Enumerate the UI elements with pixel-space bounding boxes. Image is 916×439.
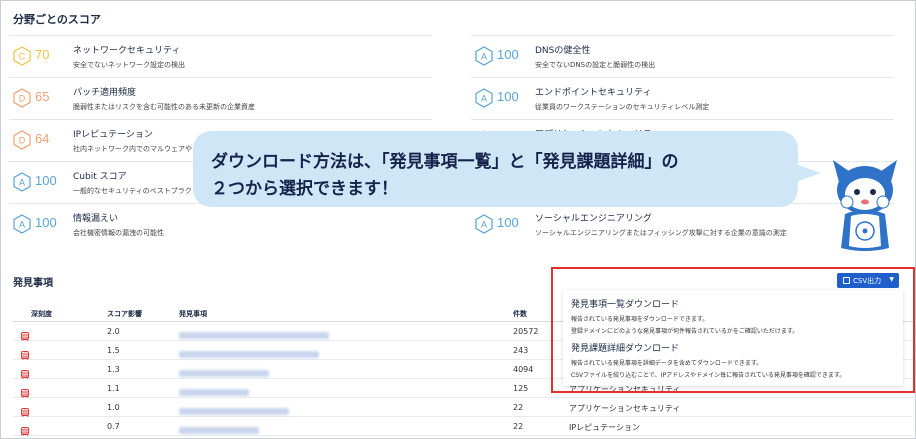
redacted-text — [179, 389, 249, 396]
grade-badge-icon: A — [475, 88, 493, 108]
redacted-text — [179, 370, 269, 377]
score-value: 100 — [497, 89, 519, 104]
category-description: 従業員のワークステーションのセキュリティレベル測定 — [535, 103, 710, 111]
grade-letter: D — [19, 94, 26, 104]
category-title: エンドポイントセキュリティ — [535, 88, 652, 98]
grade-letter: A — [19, 220, 25, 230]
impact-value: 1.3 — [107, 365, 120, 374]
grade-letter: C — [19, 52, 26, 62]
category-title: DNSの健全性 — [535, 46, 591, 56]
redacted-text — [179, 351, 319, 358]
score-value: 100 — [497, 215, 519, 230]
count-value: 243 — [513, 346, 529, 355]
redacted-text — [179, 427, 259, 434]
category-description: 会社機密情報の漏洩の可能性 — [73, 229, 164, 237]
header-impact[interactable]: スコア影響 — [107, 309, 142, 319]
score-value: 100 — [497, 47, 519, 62]
score-value: 70 — [35, 47, 50, 62]
grade-letter: D — [19, 136, 26, 146]
callout-tail — [787, 161, 821, 185]
impact-value: 2.0 — [107, 327, 120, 336]
score-row[interactable]: A 100 エンドポイントセキュリティ 従業員のワークステーションのセキュリティ… — [471, 77, 894, 119]
menu-item-title: 発見事項一覧ダウンロード — [571, 300, 680, 310]
grade-badge-icon: A — [475, 46, 493, 66]
category-description: ソーシャルエンジニアリングまたはフィッシング攻撃に対する企業の意識の測定 — [535, 229, 787, 237]
scores-section-title: 分野ごとのスコア — [13, 13, 101, 26]
category-value: アプリケーションセキュリティ — [569, 404, 681, 413]
impact-value: 1.5 — [107, 346, 120, 355]
severity-label: 高 — [21, 428, 29, 437]
grade-letter: A — [481, 220, 487, 230]
score-row[interactable]: D 65 パッチ適用頻度 脆弱性またはリスクを含む可能性のある未更新の企業資産 — [9, 77, 432, 119]
category-description: 安全でないDNSの設定と脆弱性の検出 — [535, 61, 656, 69]
grade-letter: A — [19, 178, 25, 188]
score-value: 65 — [35, 89, 50, 104]
menu-item-title: 発見課題詳細ダウンロード — [571, 344, 680, 354]
grade-badge-icon: D — [13, 88, 31, 108]
category-description: 一般的なセキュリティのベストプラク — [73, 187, 192, 195]
table-row[interactable]: 高 0.7 22 IPレピュテーション — [13, 417, 913, 437]
mascot-character-icon — [827, 156, 903, 256]
impact-value: 1.0 — [107, 403, 120, 412]
csv-export-menu: 発見事項一覧ダウンロード 報告されている発見事項をダウンロードできます。 登録ド… — [563, 290, 903, 386]
menu-item-desc: CSVファイルを絞り込むことで、IPアドレスやドメイン毎に報告されている発見事項… — [571, 372, 846, 379]
printer-icon — [843, 277, 850, 284]
category-value: IPレピュテーション — [569, 423, 641, 432]
count-value: 22 — [513, 403, 524, 412]
callout-line-2: ２つから選択できます！ — [211, 179, 398, 199]
grade-badge-icon: C — [13, 46, 31, 66]
header-severity[interactable]: 深刻度 — [31, 309, 52, 319]
menu-item-desc: 登録ドメインにどのような発見事項が何件報告されているかをご確認いただけます。 — [571, 328, 799, 335]
grade-badge-icon: A — [13, 172, 31, 192]
grade-badge-icon: A — [475, 214, 493, 234]
category-title: ネットワークセキュリティ — [73, 46, 181, 56]
score-row[interactable]: A 100 DNSの健全性 安全でないDNSの設定と脆弱性の検出 — [471, 35, 894, 77]
category-description: 安全でないネットワーク設定の検出 — [73, 61, 185, 69]
category-title: IPレピュテーション — [73, 130, 153, 140]
grade-badge-icon: D — [13, 130, 31, 150]
score-row[interactable]: C 70 ネットワークセキュリティ 安全でないネットワーク設定の検出 — [9, 35, 432, 77]
csv-export-label: CSV出力 — [853, 277, 882, 285]
count-value: 4094 — [513, 365, 534, 374]
redacted-text — [179, 408, 289, 415]
score-row[interactable]: A 100 情報漏えい 会社機密情報の漏洩の可能性 — [9, 203, 432, 245]
header-count[interactable]: 件数 — [513, 309, 527, 319]
dashboard-panel: 分野ごとのスコア C 70 ネットワークセキュリティ 安全でないネットワーク設定… — [0, 0, 916, 439]
menu-item-desc: 報告されている発見事項を詳細データを含めてダウンロードできます。 — [571, 360, 763, 367]
count-value: 22 — [513, 422, 524, 431]
category-title: Cubit スコア — [73, 172, 127, 182]
grade-letter: A — [481, 94, 487, 104]
menu-item-desc: 報告されている発見事項をダウンロードできます。 — [571, 316, 709, 323]
callout-bubble: ダウンロード方法は、「発見事項一覧」と「発見課題詳細」の ２つから選択できます！ — [193, 131, 798, 207]
category-title: 情報漏えい — [73, 214, 119, 224]
count-value: 20572 — [513, 327, 539, 336]
count-value: 125 — [513, 384, 529, 393]
category-title: パッチ適用頻度 — [73, 88, 137, 98]
header-finding[interactable]: 発見事項 — [179, 309, 207, 319]
score-value: 64 — [35, 131, 50, 146]
category-description: 脆弱性またはリスクを含む可能性のある未更新の企業資産 — [73, 103, 255, 111]
category-description: 社内ネットワーク内でのマルウェアや — [73, 145, 192, 153]
callout-line-1: ダウンロード方法は、「発見事項一覧」と「発見課題詳細」の — [211, 152, 679, 172]
chevron-down-icon: ▼ — [889, 276, 894, 283]
score-value: 100 — [35, 173, 57, 188]
impact-value: 1.1 — [107, 384, 120, 393]
table-row[interactable]: 高 1.0 22 アプリケーションセキュリティ — [13, 398, 913, 418]
impact-value: 0.7 — [107, 422, 120, 431]
category-title: ソーシャルエンジニアリング — [535, 214, 652, 224]
grade-badge-icon: A — [13, 214, 31, 234]
grade-letter: A — [481, 52, 487, 62]
redacted-text — [179, 332, 329, 339]
findings-section-title: 発見事項 — [13, 278, 53, 289]
csv-export-button[interactable]: CSV出力 ▼ — [837, 273, 899, 288]
score-value: 100 — [35, 215, 57, 230]
